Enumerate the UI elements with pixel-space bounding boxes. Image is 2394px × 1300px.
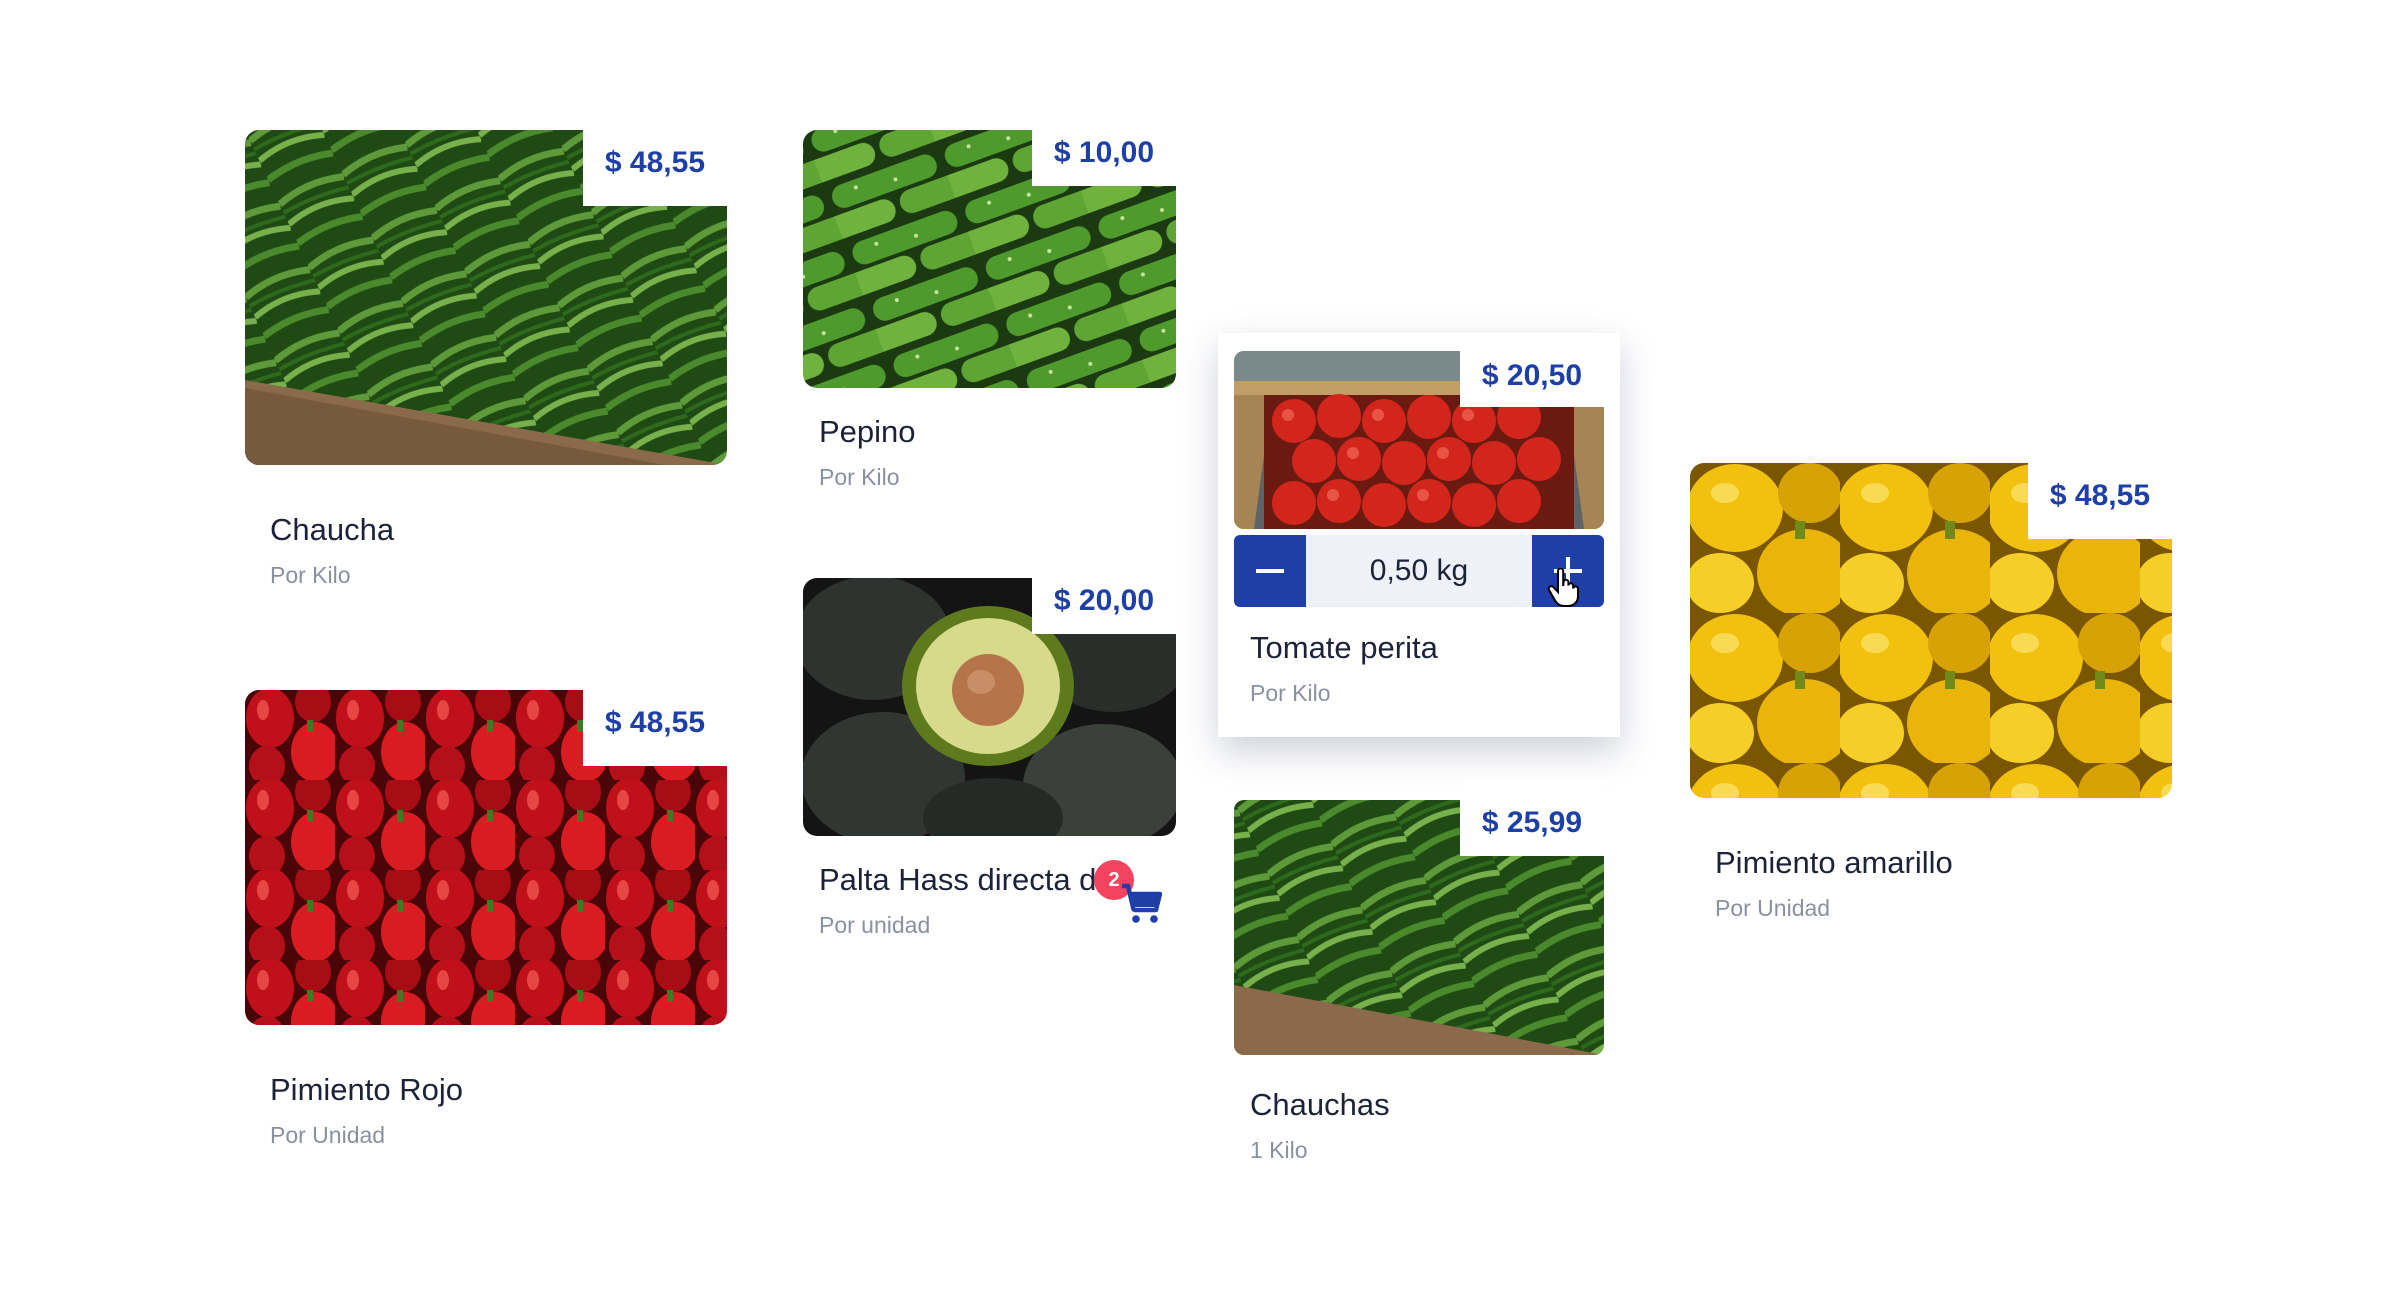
price-tag: $ 48,55: [2027, 463, 2172, 539]
product-card-chauchas[interactable]: $ 25,99 Chauchas 1 Kilo: [1218, 780, 1620, 1180]
product-name: Pimiento amarillo: [1715, 845, 1953, 880]
product-unit: Por Unidad: [270, 1122, 386, 1148]
product-unit: Por Unidad: [1715, 895, 1831, 921]
product-unit: Por Kilo: [270, 562, 351, 588]
price-tag: $ 48,55: [582, 690, 727, 766]
product-name: Tomate perita: [1250, 630, 1438, 665]
product-unit: Por unidad: [819, 912, 931, 938]
product-card-chaucha[interactable]: $ 48,55 Chaucha Por Kilo: [245, 130, 727, 600]
product-card-pimiento-rojo[interactable]: $ 48,55 Pimiento Rojo Por Unidad: [245, 690, 727, 1160]
price-tag: $ 48,55: [582, 130, 727, 206]
product-unit: Por Kilo: [819, 464, 900, 490]
product-unit: Por Kilo: [1250, 680, 1331, 706]
minus-icon: [1256, 569, 1284, 573]
product-name: Pepino: [819, 414, 916, 449]
product-grid: $ 48,55 Chaucha Por Kilo $ 48,55 Pimient…: [0, 0, 2394, 1300]
price-tag: $ 20,50: [1459, 351, 1604, 407]
price-tag: $ 20,00: [1031, 578, 1176, 634]
price-tag: $ 25,99: [1459, 780, 1604, 856]
quantity-value: 0,50 kg: [1369, 554, 1469, 587]
hand-cursor-icon: [1547, 568, 1579, 607]
decrease-button[interactable]: [1234, 535, 1306, 607]
price-tag: $ 10,00: [1031, 130, 1176, 186]
product-unit: 1 Kilo: [1250, 1137, 1308, 1163]
product-name: Pimiento Rojo: [270, 1072, 463, 1107]
product-name: Chauchas: [1250, 1087, 1390, 1122]
product-name: Chaucha: [270, 512, 395, 547]
product-card-pepino[interactable]: $ 10,00 Pepino Por Kilo: [803, 130, 1176, 500]
product-name: Palta Hass directa de: [819, 862, 1114, 897]
cart-icon[interactable]: [1118, 880, 1166, 928]
product-card-pimiento-amarillo[interactable]: $ 48,55 Pimiento amarillo Por Unidad: [1690, 463, 2172, 933]
product-card-tomate-perita[interactable]: $ 20,50 0,50 kg Tomate perita Por Kilo: [1218, 333, 1620, 737]
